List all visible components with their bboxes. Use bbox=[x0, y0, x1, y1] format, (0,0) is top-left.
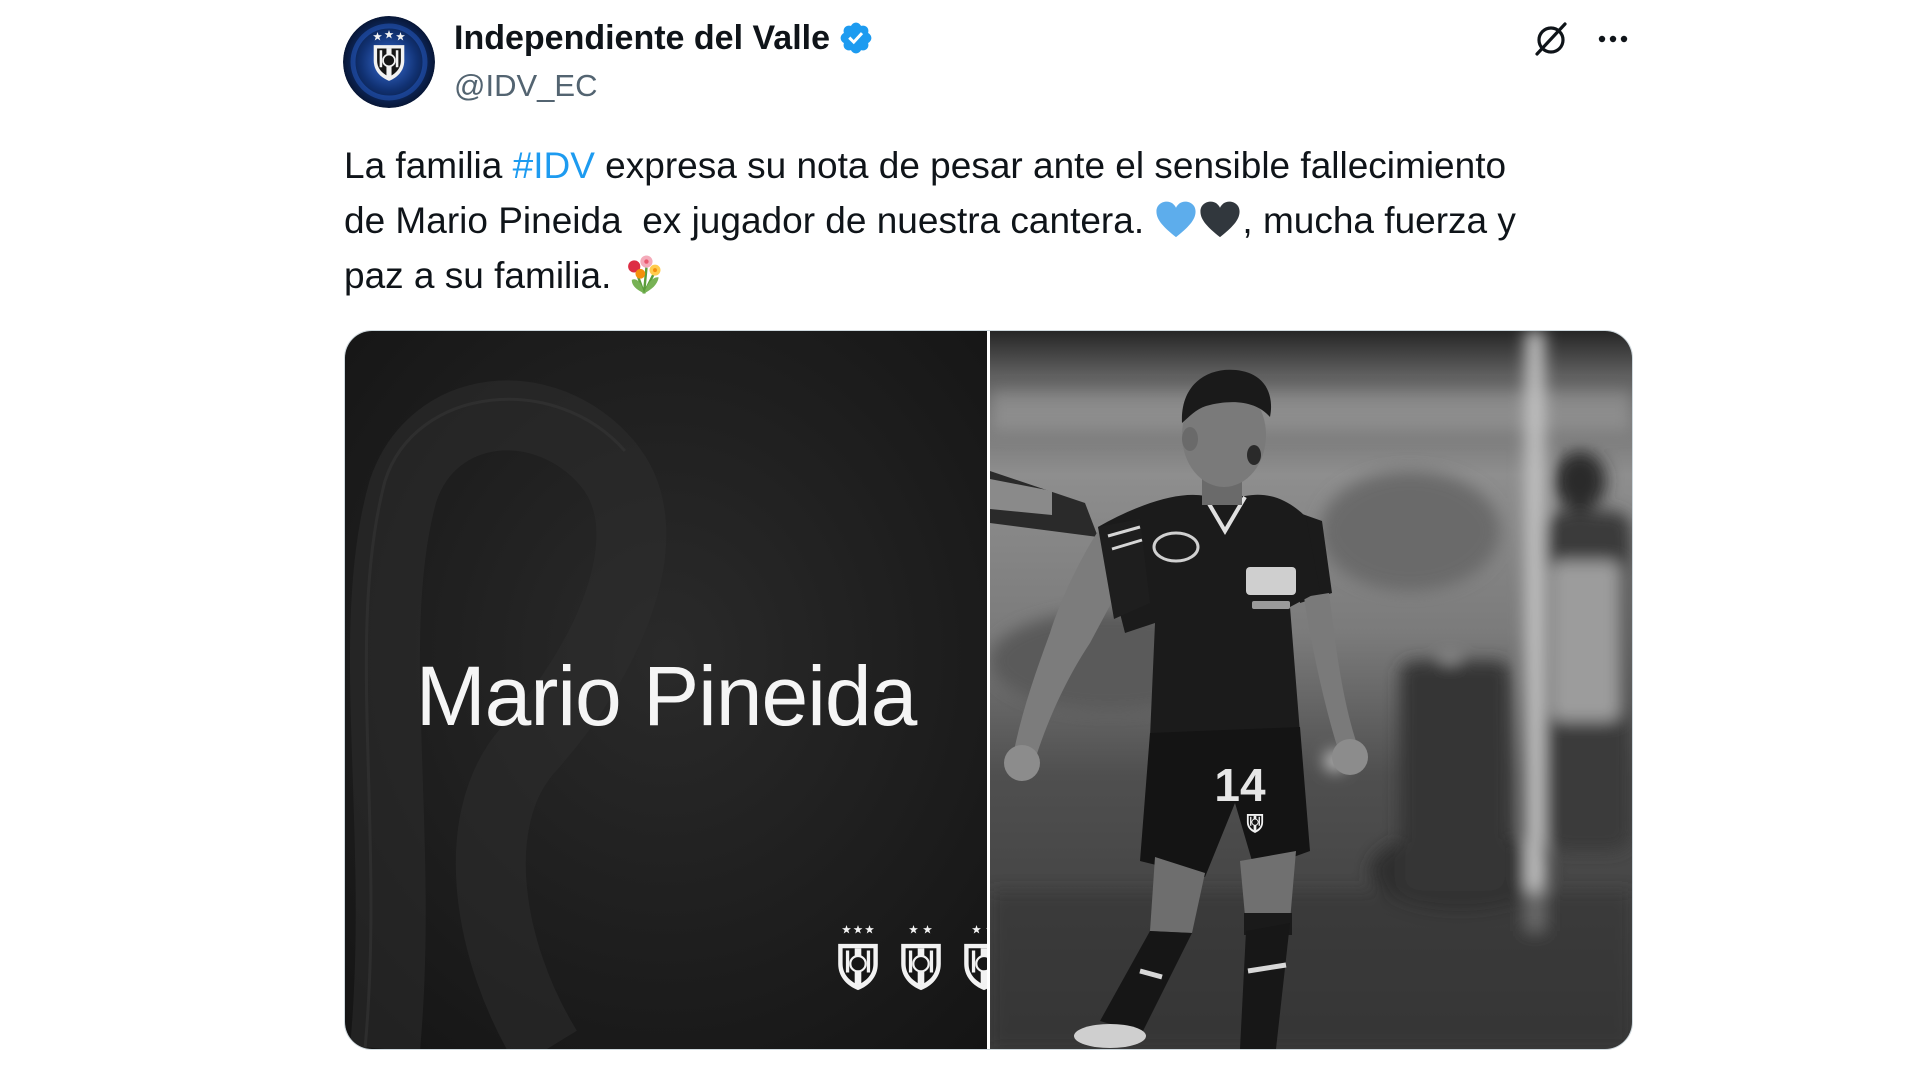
media-grid: Mario Pineida 14 bbox=[344, 330, 1633, 1050]
tweet-text-line: paz a su familia. bbox=[344, 248, 1633, 303]
media-image-right[interactable]: 14 bbox=[990, 331, 1632, 1049]
author-name[interactable]: Independiente del Valle bbox=[454, 16, 874, 60]
bouquet-icon bbox=[622, 253, 666, 297]
avatar[interactable] bbox=[343, 16, 435, 108]
text-segment: de Mario Pineida ex jugador de nuestra c… bbox=[344, 200, 1155, 241]
more-options-icon bbox=[1598, 35, 1628, 43]
jersey-number: 14 bbox=[1214, 759, 1266, 811]
tweet-text: La familia #IDV expresa su nota de pesar… bbox=[344, 138, 1633, 303]
verified-badge-icon[interactable] bbox=[838, 20, 874, 56]
black-heart-icon bbox=[1198, 198, 1242, 242]
text-segment: , mucha fuerza y bbox=[1242, 200, 1516, 241]
hashtag-link[interactable]: #IDV bbox=[513, 145, 595, 186]
text-segment: La familia bbox=[344, 145, 513, 186]
more-options-button[interactable] bbox=[1594, 22, 1632, 56]
tweet-text-line: de Mario Pineida ex jugador de nuestra c… bbox=[344, 193, 1633, 248]
memorial-name-text: Mario Pineida bbox=[416, 649, 918, 743]
grok-icon bbox=[1535, 22, 1567, 56]
tweet-text-line: La familia #IDV expresa su nota de pesar… bbox=[344, 138, 1633, 193]
player-photo: 14 bbox=[990, 331, 1632, 1049]
memorial-graphic: Mario Pineida bbox=[345, 331, 987, 1049]
author-handle[interactable]: @IDV_EC bbox=[454, 66, 597, 106]
club-crest-avatar-icon bbox=[343, 16, 435, 108]
grok-button[interactable] bbox=[1530, 18, 1572, 60]
text-segment: expresa su nota de pesar ante el sensibl… bbox=[594, 145, 1507, 186]
author-name-text[interactable]: Independiente del Valle bbox=[454, 16, 830, 60]
text-segment: paz a su familia. bbox=[344, 255, 622, 296]
blue-heart-icon bbox=[1154, 198, 1198, 242]
stadium-background bbox=[990, 331, 1632, 1049]
media-image-left[interactable]: Mario Pineida bbox=[345, 331, 987, 1049]
